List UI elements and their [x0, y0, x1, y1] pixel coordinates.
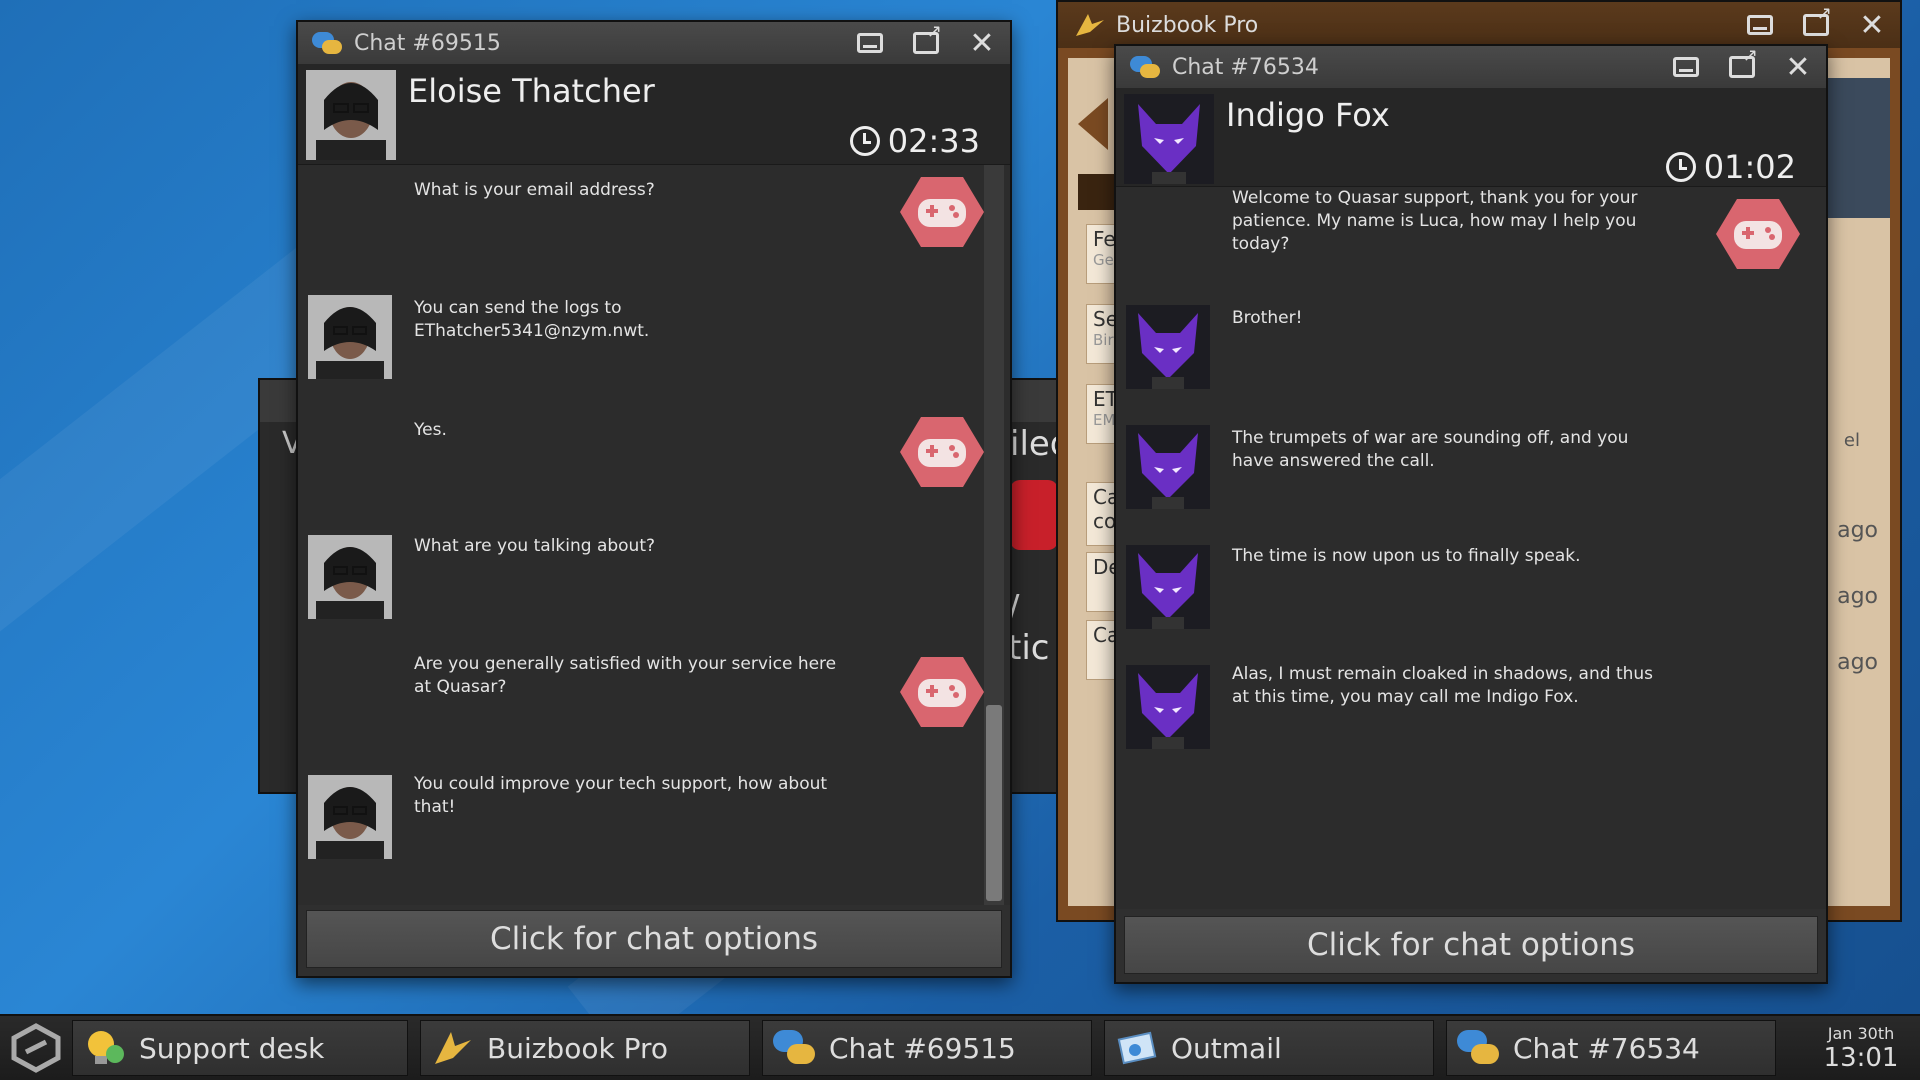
customer-avatar-small — [308, 295, 392, 379]
message-text: You could improve your tech support, how… — [414, 774, 828, 817]
message-agent: Welcome to Quasar support, thank you for… — [1116, 187, 1826, 307]
chat-titlebar[interactable]: Chat #69515 ✕ — [298, 21, 1010, 64]
message-text: Are you generally satisfied with your se… — [414, 654, 837, 697]
ago-label-1: ago — [1837, 518, 1878, 543]
timer-value: 01:02 — [1703, 148, 1796, 186]
chat-bubbles-icon — [1457, 1028, 1501, 1068]
start-button[interactable] — [0, 1016, 72, 1080]
gamepad-icon — [900, 177, 984, 247]
message-list[interactable]: What is your email address? You can send… — [298, 165, 1010, 905]
clock-icon — [1665, 152, 1696, 182]
message-text: Welcome to Quasar support, thank you for… — [1232, 188, 1638, 254]
minimize-button[interactable] — [842, 22, 898, 64]
message-text: The time is now upon us to finally speak… — [1232, 546, 1581, 566]
timer-value: 02:33 — [887, 122, 980, 160]
buizbook-icon — [435, 1032, 471, 1064]
popout-button[interactable] — [1788, 2, 1844, 48]
chat-options-button[interactable]: Click for chat options — [1124, 916, 1818, 974]
task-support-desk[interactable]: Support desk — [72, 1020, 408, 1076]
gamepad-icon — [900, 417, 984, 487]
gamepad-icon — [1716, 199, 1800, 269]
taskbar: Support desk Buizbook Pro Chat #69515 Ou… — [0, 1014, 1920, 1080]
message-customer: You could improve your tech support, how… — [298, 765, 1010, 885]
message-customer: The time is now upon us to finally speak… — [1116, 535, 1826, 655]
customer-avatar-small — [308, 535, 392, 619]
right-label-el: el — [1843, 430, 1860, 451]
message-list[interactable]: Welcome to Quasar support, thank you for… — [1116, 187, 1826, 909]
task-chat-69515[interactable]: Chat #69515 — [762, 1020, 1092, 1076]
message-text: What are you talking about? — [414, 536, 656, 556]
chat-timer: 02:33 — [849, 122, 980, 160]
buizbook-icon — [1076, 14, 1104, 36]
minimize-button[interactable] — [1732, 2, 1788, 48]
system-clock: Jan 30th 13:01 — [1802, 1024, 1920, 1073]
chat-titlebar[interactable]: Chat #76534 ✕ — [1116, 45, 1826, 88]
message-customer: Alas, I must remain cloaked in shadows, … — [1116, 655, 1826, 775]
chat-title: Chat #76534 — [1172, 54, 1319, 80]
chat-window-69515[interactable]: Chat #69515 ✕ Eloise Thatcher 02:33 What… — [296, 20, 1012, 978]
mail-icon — [1117, 1031, 1157, 1065]
task-buizbook-pro[interactable]: Buizbook Pro — [420, 1020, 750, 1076]
message-text: Alas, I must remain cloaked in shadows, … — [1232, 664, 1654, 707]
scroll-thumb[interactable] — [986, 705, 1002, 901]
chat-window-76534[interactable]: Chat #76534 ✕ Indigo Fox 01:02 Welcome t… — [1114, 44, 1828, 984]
message-text: Yes. — [414, 420, 447, 440]
lightbulb-icon — [88, 1031, 124, 1064]
close-button[interactable]: ✕ — [954, 22, 1010, 64]
message-text: What is your email address? — [414, 180, 655, 200]
background-text-2: / tic — [1008, 588, 1050, 668]
fox-avatar-small — [1126, 305, 1210, 389]
task-label: Outmail — [1171, 1031, 1282, 1065]
red-shape — [1010, 480, 1058, 550]
message-agent: Are you generally satisfied with your se… — [298, 645, 1010, 765]
fox-avatar-small — [1126, 425, 1210, 509]
task-label: Chat #69515 — [829, 1031, 1016, 1065]
customer-avatar-small — [308, 775, 392, 859]
message-text: Brother! — [1232, 308, 1303, 328]
message-agent: What is your email address? — [298, 165, 1010, 285]
message-agent: Yes. — [298, 405, 1010, 525]
chat-options-button[interactable]: Click for chat options — [306, 910, 1002, 968]
task-label: Chat #76534 — [1513, 1031, 1700, 1065]
ago-label-2: ago — [1837, 584, 1878, 609]
close-button[interactable]: ✕ — [1844, 2, 1900, 48]
chat-header: Eloise Thatcher 02:33 — [298, 64, 1010, 165]
ago-label-3: ago — [1837, 650, 1878, 675]
message-text: You can send the logs to EThatcher5341@n… — [414, 298, 650, 341]
buizbook-title: Buizbook Pro — [1116, 12, 1259, 38]
message-customer: What are you talking about? — [298, 525, 1010, 645]
buizbook-titlebar[interactable]: Buizbook Pro ✕ — [1058, 2, 1900, 48]
minimize-button[interactable] — [1658, 46, 1714, 88]
back-arrow-icon[interactable] — [1078, 98, 1108, 150]
start-logo-icon — [11, 1023, 61, 1073]
fox-avatar-small — [1126, 665, 1210, 749]
scrollbar[interactable] — [984, 165, 1004, 905]
chat-bubbles-icon — [773, 1028, 817, 1068]
popout-button[interactable] — [898, 21, 954, 64]
task-chat-76534[interactable]: Chat #76534 — [1446, 1020, 1776, 1076]
clock-icon — [849, 126, 880, 156]
message-text: The trumpets of war are sounding off, an… — [1232, 428, 1629, 471]
customer-name: Indigo Fox — [1226, 96, 1390, 134]
chat-bubbles-icon — [312, 30, 342, 56]
chat-bubbles-icon — [1130, 54, 1160, 80]
message-customer: You can send the logs to EThatcher5341@n… — [298, 285, 1010, 405]
customer-name: Eloise Thatcher — [408, 72, 655, 110]
popout-button[interactable] — [1714, 45, 1770, 88]
customer-avatar — [306, 70, 396, 160]
clock-time: 13:01 — [1823, 1042, 1899, 1073]
close-button[interactable]: ✕ — [1770, 46, 1826, 88]
fox-avatar-small — [1126, 545, 1210, 629]
customer-avatar — [1124, 94, 1214, 184]
chat-timer: 01:02 — [1665, 148, 1796, 186]
gamepad-icon — [900, 657, 984, 727]
message-customer: Brother! — [1116, 295, 1826, 415]
chat-header: Indigo Fox 01:02 — [1116, 88, 1826, 187]
task-label: Support desk — [139, 1031, 325, 1065]
clock-date: Jan 30th — [1827, 1023, 1895, 1043]
task-outmail[interactable]: Outmail — [1104, 1020, 1434, 1076]
message-customer: The trumpets of war are sounding off, an… — [1116, 415, 1826, 535]
task-label: Buizbook Pro — [487, 1031, 669, 1065]
chat-title: Chat #69515 — [354, 30, 501, 56]
